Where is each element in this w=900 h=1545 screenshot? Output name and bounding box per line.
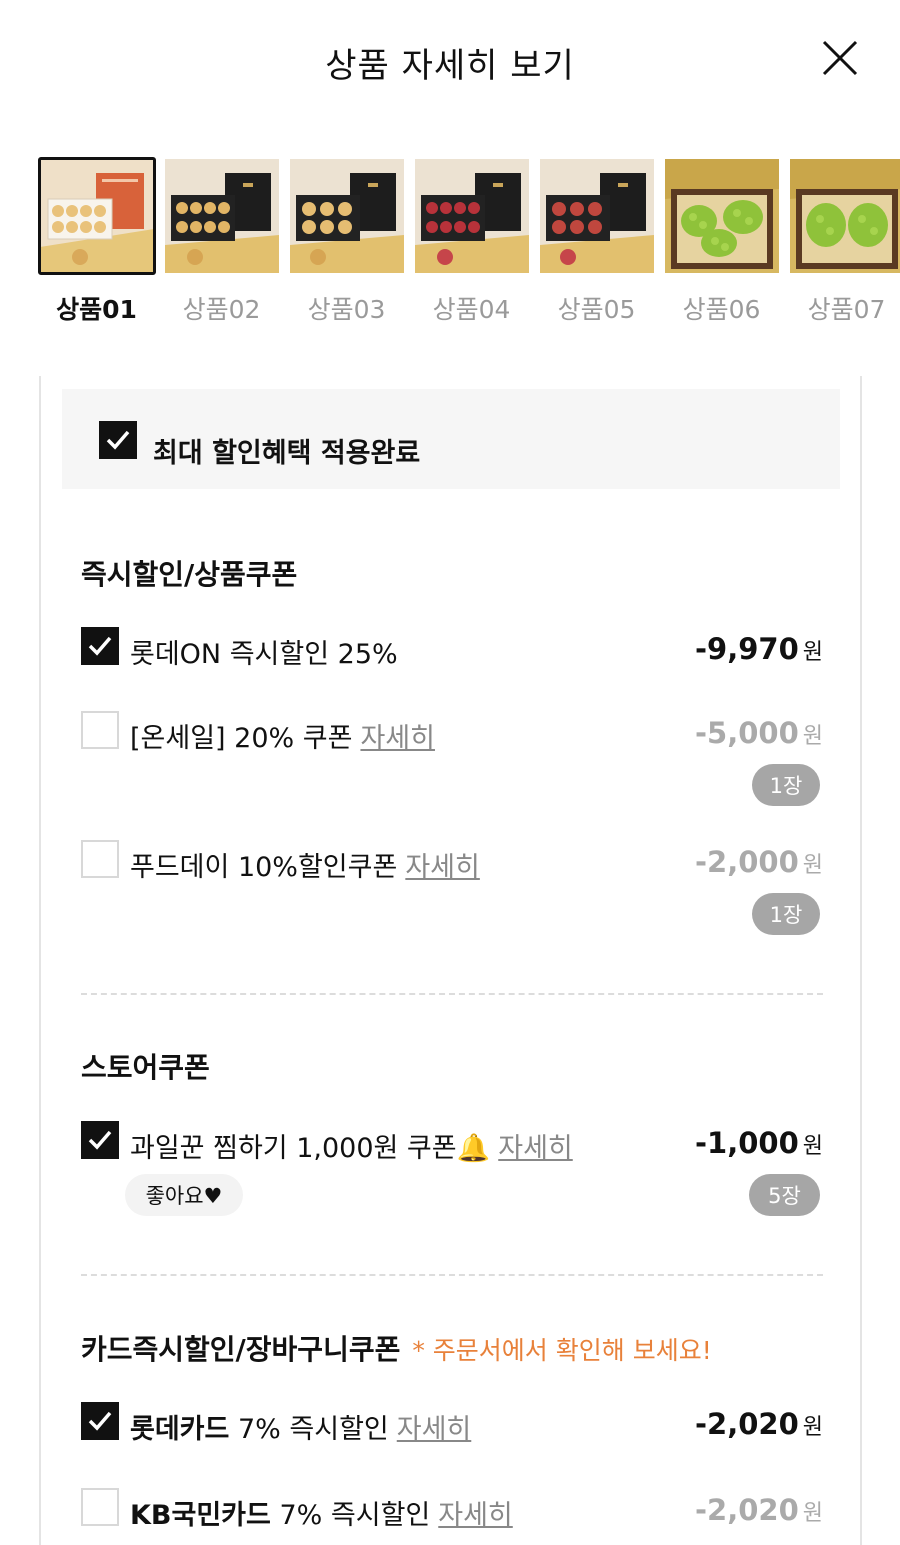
discount-row-lotte-card: 롯데카드 7% 즉시할인 자세히 -2,020 원 <box>81 1401 823 1445</box>
discount-label: 푸드데이 10%할인쿠폰 <box>130 852 398 883</box>
detail-link[interactable]: 자세히 <box>438 1500 513 1531</box>
section-divider <box>81 993 823 995</box>
product-thumbnail-04[interactable] <box>413 157 531 275</box>
discount-amount: -2,000 원 <box>694 845 823 879</box>
discount-amount: -1,000 원 <box>694 1126 823 1160</box>
checkmark-icon <box>88 636 112 656</box>
thumbnail-label-02[interactable]: 상품02 <box>159 290 284 326</box>
product-image-apple-black-box <box>540 159 654 273</box>
discount-row-store-wishlist-coupon: 과일꾼 찜하기 1,000원 쿠폰🔔 자세히 -1,000 원 <box>81 1120 823 1164</box>
section-divider <box>81 1274 823 1276</box>
detail-link[interactable]: 자세히 <box>498 1133 573 1164</box>
thumbnail-label-01[interactable]: 상품01 <box>34 290 159 326</box>
discount-checkbox[interactable] <box>81 627 119 665</box>
thumbnail-label-06[interactable]: 상품06 <box>659 290 784 326</box>
section-title-store-coupon: 스토어쿠폰 <box>81 1051 210 1084</box>
discount-checkbox[interactable] <box>81 1488 119 1526</box>
discount-label: 7% 즉시할인 <box>237 1414 389 1445</box>
close-button[interactable] <box>822 40 858 76</box>
discount-amount: -5,000 원 <box>694 716 823 750</box>
section-title-instant-coupon: 즉시할인/상품쿠폰 <box>81 558 298 591</box>
detail-link[interactable]: 자세히 <box>405 852 480 883</box>
discount-row-lotteon-instant: 롯데ON 즉시할인 25% -9,970 원 <box>81 626 823 670</box>
discount-amount: -9,970 원 <box>694 632 823 666</box>
product-thumbnail-07[interactable] <box>788 157 900 275</box>
section-title-card-discount: 카드즉시할인/장바구니쿠폰 * 주문서에서 확인해 보세요! <box>81 1333 712 1366</box>
detail-link[interactable]: 자세히 <box>360 723 435 754</box>
coupon-count-badge: 5장 <box>749 1174 820 1216</box>
thumbnail-label-04[interactable]: 상품04 <box>409 290 534 326</box>
thumbnail-label-07[interactable]: 상품07 <box>784 290 900 326</box>
discount-label: [온세일] 20% 쿠폰 <box>130 723 353 754</box>
card-brand: 롯데카드 <box>130 1414 230 1445</box>
product-thumbnail-03[interactable] <box>288 157 406 275</box>
page-title: 상품 자세히 보기 <box>325 46 575 86</box>
product-thumbnail-01[interactable] <box>38 157 156 275</box>
product-image-shine-muscat-box <box>665 159 779 273</box>
discount-panel: 최대 할인혜택 적용완료 즉시할인/상품쿠폰 롯데ON 즉시할인 25% -9,… <box>39 376 862 1545</box>
card-brand: KB국민카드 <box>130 1500 271 1531</box>
discount-label: 과일꾼 찜하기 1,000원 쿠폰 <box>130 1133 457 1164</box>
header: 상품 자세히 보기 <box>0 0 900 120</box>
product-thumbnail-06[interactable] <box>663 157 781 275</box>
product-thumbnail-02[interactable] <box>163 157 281 275</box>
product-image-pear-black-box <box>290 159 404 273</box>
discount-checkbox[interactable] <box>81 1121 119 1159</box>
discount-amount: -2,020 원 <box>694 1493 823 1527</box>
discount-row-onsale-coupon: [온세일] 20% 쿠폰 자세히 -5,000 원 <box>81 710 823 754</box>
discount-checkbox[interactable] <box>81 711 119 749</box>
like-badge[interactable]: 좋아요♥ <box>125 1174 243 1216</box>
thumbnail-label-05[interactable]: 상품05 <box>534 290 659 326</box>
checkmark-icon <box>88 1130 112 1150</box>
discount-label: 롯데ON 즉시할인 25% <box>130 639 398 670</box>
coupon-count-badge: 1장 <box>752 893 820 935</box>
product-thumbnail-strip: 상품01 상품02 상품03 상품04 상품05 상품06 상품07 <box>0 157 900 337</box>
discount-row-foodday-coupon: 푸드데이 10%할인쿠폰 자세히 -2,000 원 <box>81 839 823 883</box>
coupon-count-badge: 1장 <box>752 764 820 806</box>
checkmark-icon <box>106 430 130 450</box>
discount-amount: -2,020 원 <box>694 1407 823 1441</box>
max-discount-text: 최대 할인혜택 적용완료 <box>153 438 421 469</box>
discount-checkbox[interactable] <box>81 840 119 878</box>
close-icon <box>822 40 858 76</box>
bell-icon: 🔔 <box>456 1133 491 1164</box>
product-image-shine-muscat-box <box>790 159 900 273</box>
max-discount-summary: 최대 할인혜택 적용완료 <box>62 389 840 489</box>
discount-row-kb-card: KB국민카드 7% 즉시할인 자세히 -2,020 원 <box>81 1487 823 1531</box>
max-discount-checkbox[interactable] <box>99 421 137 459</box>
thumbnail-label-03[interactable]: 상품03 <box>284 290 409 326</box>
detail-link[interactable]: 자세히 <box>397 1414 472 1445</box>
order-form-hint: * 주문서에서 확인해 보세요! <box>412 1336 712 1365</box>
product-thumbnail-05[interactable] <box>538 157 656 275</box>
discount-checkbox[interactable] <box>81 1402 119 1440</box>
checkmark-icon <box>88 1411 112 1431</box>
discount-label: 7% 즉시할인 <box>279 1500 431 1531</box>
product-image-pear-black-box <box>165 159 279 273</box>
product-image-apple-black-box <box>415 159 529 273</box>
